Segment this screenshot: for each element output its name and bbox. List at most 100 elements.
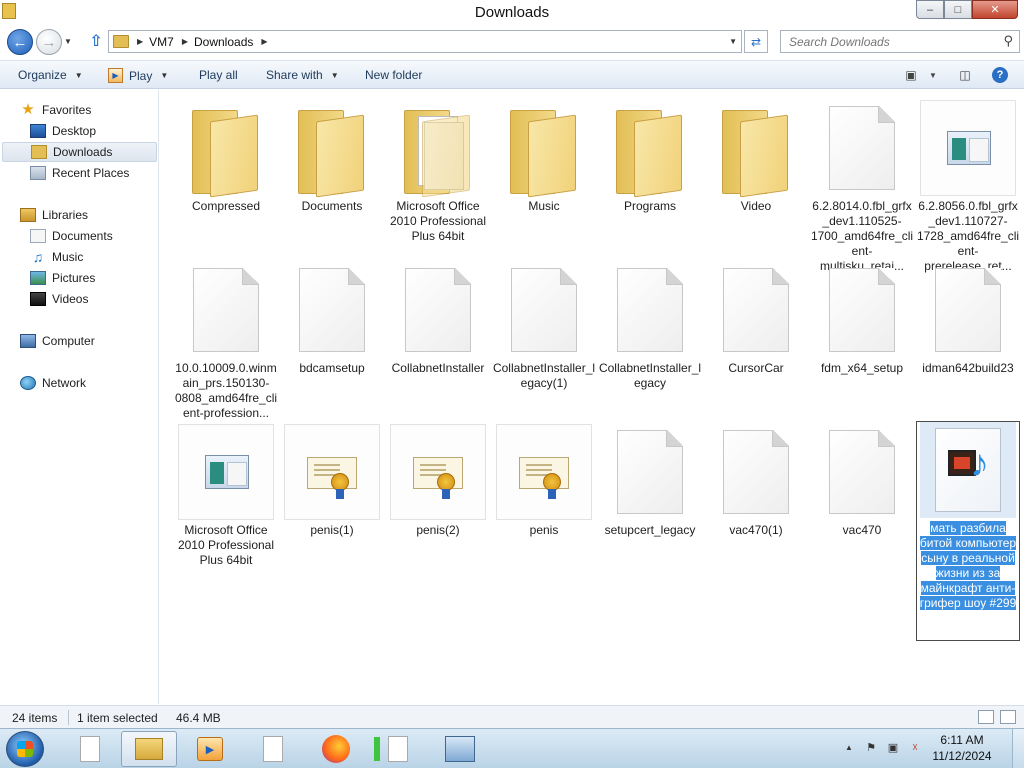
minimize-button[interactable]: – [916, 0, 944, 19]
file-item[interactable]: idman642build23 [915, 262, 1021, 376]
file-item[interactable]: penis [491, 424, 597, 538]
file-name: vac470(1) [729, 523, 783, 537]
nav-recent-places[interactable]: Recent Places [30, 163, 129, 183]
address-history-dropdown[interactable]: ▼ [729, 37, 737, 46]
close-button[interactable]: ✕ [972, 0, 1018, 19]
play-button[interactable]: ▶ Play ▼ [108, 68, 168, 83]
file-item[interactable]: Microsoft Office 2010 Professional Plus … [173, 424, 279, 568]
file-name: Microsoft Office 2010 Professional Plus … [389, 199, 487, 243]
new-folder-button[interactable]: New folder [365, 68, 422, 82]
volume-muted-icon[interactable]: ☓ [908, 741, 922, 755]
nav-pictures[interactable]: Pictures [30, 268, 95, 288]
show-desktop-button[interactable] [1012, 729, 1024, 768]
forward-button[interactable]: → [36, 29, 62, 55]
file-item[interactable]: fdm_x64_setup [809, 262, 915, 376]
setup-application-icon [178, 424, 274, 520]
file-item[interactable]: penis(2) [385, 424, 491, 538]
nav-favorites-label: Favorites [42, 103, 92, 117]
progress-indicator [374, 737, 380, 761]
file-list: Compressed Documents Microsoft Office 20… [160, 90, 1024, 704]
clock-time: 6:11 AM [940, 733, 984, 747]
nav-videos[interactable]: Videos [30, 289, 88, 309]
generic-file-icon [284, 262, 380, 358]
network-tray-icon[interactable]: ▣ [886, 741, 900, 755]
file-item[interactable]: Programs [597, 100, 703, 214]
file-name: Video [740, 199, 772, 213]
nav-computer[interactable]: Computer [20, 331, 95, 351]
large-icons-view-icon[interactable] [1000, 710, 1016, 724]
taskbar-firefox-button[interactable] [308, 731, 364, 767]
file-item[interactable]: vac470(1) [703, 424, 809, 538]
taskbar-media-player-button[interactable]: ▶ [182, 731, 238, 767]
taskbar-document-button[interactable] [245, 731, 301, 767]
media-player-icon: ▶ [108, 68, 123, 83]
file-item-selected[interactable]: ♪ мать разбила битой компьютер сыну в ре… [916, 421, 1020, 641]
share-with-button[interactable]: Share with ▼ [266, 68, 339, 82]
recent-pages-dropdown[interactable]: ▼ [64, 37, 72, 46]
document-icon [388, 736, 408, 762]
taskbar-explorer-button[interactable] [121, 731, 177, 767]
taskbar-document-button[interactable] [370, 731, 426, 767]
file-item[interactable]: bdcamsetup [279, 262, 385, 376]
nav-favorites[interactable]: ★ Favorites [20, 100, 91, 120]
action-center-flag-icon[interactable]: ⚑ [864, 741, 878, 755]
up-folder-button[interactable]: ⇧ [86, 31, 106, 51]
breadcrumb-chevron-icon[interactable]: ▶ [182, 37, 188, 46]
file-item[interactable]: 6.2.8014.0.fbl_grfx_dev1.110525-1700_amd… [809, 100, 915, 274]
clock[interactable]: 6:11 AM 11/12/2024 [926, 732, 998, 764]
nav-network[interactable]: Network [20, 373, 86, 393]
arrow-up-icon: ⇧ [89, 33, 103, 50]
file-item[interactable]: penis(1) [279, 424, 385, 538]
nav-downloads[interactable]: Downloads [2, 142, 157, 162]
nav-libraries[interactable]: Libraries [20, 205, 88, 225]
folder-icon [708, 100, 804, 198]
start-button[interactable] [6, 731, 44, 767]
file-name: CollabnetInstaller_legacy [598, 361, 702, 390]
back-button[interactable]: ← [7, 29, 33, 55]
address-row: ← → ▼ ⇧ ▶ VM7 ▶ Downloads ▶ ▼ ⇄ ⚲ [0, 26, 1024, 58]
breadcrumb-chevron-icon[interactable]: ▶ [137, 37, 143, 46]
taskbar-app-button[interactable] [432, 731, 488, 767]
file-item[interactable]: 6.2.8056.0.fbl_grfx_dev1.110727-1728_amd… [915, 100, 1021, 274]
file-item[interactable]: Compressed [173, 100, 279, 214]
file-item[interactable]: CollabnetInstaller_legacy(1) [491, 262, 597, 391]
file-item[interactable]: setupcert_legacy [597, 424, 703, 538]
nav-desktop[interactable]: Desktop [30, 121, 96, 141]
file-item[interactable]: Music [491, 100, 597, 214]
file-item[interactable]: Microsoft Office 2010 Professional Plus … [385, 100, 491, 244]
view-options-dropdown[interactable]: ▼ [924, 67, 942, 83]
address-bar[interactable]: ▶ VM7 ▶ Downloads ▶ ▼ [108, 30, 742, 53]
window-controls: – □ ✕ [916, 0, 1018, 19]
file-item[interactable]: Documents [279, 100, 385, 214]
breadcrumb-vm7[interactable]: VM7 [149, 35, 174, 49]
file-name-text: мать разбила битой компьютер сыну в реал… [919, 521, 1017, 610]
file-item[interactable]: Video [703, 100, 809, 214]
file-item[interactable]: CollabnetInstaller [385, 262, 491, 376]
nav-music[interactable]: ♫ Music [30, 247, 84, 267]
arrow-left-icon: ← [12, 33, 28, 51]
play-all-button[interactable]: Play all [199, 68, 238, 82]
organize-button[interactable]: Organize ▼ [18, 68, 83, 82]
file-name: CollabnetInstaller_legacy(1) [492, 361, 596, 390]
file-item[interactable]: CollabnetInstaller_legacy [597, 262, 703, 391]
preview-pane-button[interactable]: ◫ [956, 67, 974, 83]
search-input[interactable] [789, 34, 989, 50]
folder-with-documents-icon [390, 100, 486, 198]
change-view-button[interactable]: ▣ [902, 67, 920, 83]
tray-expand-icon[interactable]: ▲ [842, 741, 856, 755]
file-item[interactable]: 10.0.10009.0.winmain_prs.150130-0808_amd… [173, 262, 279, 421]
nav-documents[interactable]: Documents [30, 226, 113, 246]
details-view-icon[interactable] [978, 710, 994, 724]
breadcrumb-downloads[interactable]: Downloads [194, 35, 253, 49]
nav-videos-label: Videos [52, 292, 89, 306]
breadcrumb-chevron-icon[interactable]: ▶ [261, 37, 267, 46]
refresh-icon: ⇄ [750, 34, 762, 49]
taskbar-document-button[interactable] [62, 731, 118, 767]
generic-file-icon [814, 262, 910, 358]
search-icon[interactable]: ⚲ [1003, 33, 1013, 49]
refresh-button[interactable]: ⇄ [744, 30, 768, 53]
file-item[interactable]: vac470 [809, 424, 915, 538]
maximize-button[interactable]: □ [944, 0, 972, 19]
help-button[interactable]: ? [991, 67, 1009, 83]
file-item[interactable]: CursorCar [703, 262, 809, 376]
